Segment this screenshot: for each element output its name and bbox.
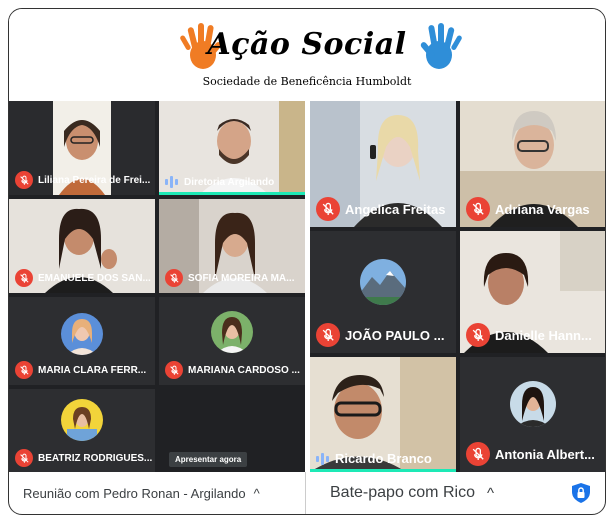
avatar [61, 313, 103, 355]
avatar [360, 259, 406, 305]
participant-tile[interactable]: MARIANA CARDOSO ... [159, 297, 305, 385]
header-banner: Ação Social Sociedade de Beneficência Hu… [9, 9, 605, 102]
participant-name-tag: Adriana Vargas [466, 197, 590, 221]
participant-name-tag: MARIANA CARDOSO ... [165, 361, 300, 379]
participant-tile[interactable]: MARIA CLARA FERR... [9, 297, 155, 385]
lock-icon[interactable] [569, 481, 593, 505]
speaking-indicator [159, 192, 305, 195]
mic-off-icon [466, 442, 490, 466]
mic-off-icon [165, 269, 183, 287]
left-meeting-grid: Liliana Pereira de Frei... Diretoria Arg… [9, 101, 305, 514]
participant-name: Danielle Hann... [495, 327, 592, 343]
participant-tile[interactable]: Liliana Pereira de Frei... [9, 101, 155, 195]
right-hand-icon [420, 23, 462, 69]
participant-tile[interactable]: EMANUELE DOS SAN... [9, 199, 155, 293]
participant-name-tag: Ricardo Branco [316, 451, 432, 466]
right-meeting-grid: Angelica Freitas Adriana Vargas JOÃO PAU… [310, 101, 605, 514]
participant-name: JOÃO PAULO ... [345, 327, 445, 343]
participant-name-tag: SOFIA MOREIRA MA... [165, 269, 294, 287]
participant-tile[interactable]: Ricardo Branco [310, 357, 456, 472]
participant-name: Ricardo Branco [335, 451, 432, 466]
brand-title: Ação Social [207, 27, 407, 62]
mic-off-icon [466, 197, 490, 221]
participant-name-tag: Danielle Hann... [466, 323, 592, 347]
chevron-up-icon[interactable]: ^ [487, 485, 494, 502]
chevron-up-icon[interactable]: ^ [254, 486, 260, 501]
avatar [211, 311, 253, 353]
mic-off-icon [15, 361, 33, 379]
participant-name-tag: BEATRIZ RODRIGUES... [15, 449, 153, 467]
participant-name-tag: Antonia Albert... [466, 442, 595, 466]
screenshot-frame: Ação Social Sociedade de Beneficência Hu… [8, 8, 606, 515]
brand-subtitle: Sociedade de Beneficência Humboldt [202, 75, 412, 88]
participant-tile[interactable]: JOÃO PAULO ... [310, 231, 456, 353]
mic-off-icon [15, 171, 33, 189]
avatar [510, 381, 556, 427]
participant-name: Antonia Albert... [495, 446, 595, 462]
mic-off-icon [316, 197, 340, 221]
audio-level-icon [316, 452, 330, 466]
mic-off-icon [15, 269, 33, 287]
presentation-tile: Apresentar agora [159, 389, 305, 473]
mic-off-icon [316, 323, 340, 347]
participant-tile[interactable]: Angelica Freitas [310, 101, 456, 227]
participant-name-tag: JOÃO PAULO ... [316, 323, 444, 347]
participant-tile[interactable]: Antonia Albert... [460, 357, 605, 472]
participant-name: EMANUELE DOS SAN... [38, 272, 151, 284]
participant-tile[interactable]: BEATRIZ RODRIGUES... [9, 389, 155, 473]
left-meeting-details-bar[interactable]: Reunião com Pedro Ronan - Argilando ^ [9, 472, 306, 514]
participant-name: SOFIA MOREIRA MA... [188, 272, 295, 284]
participant-name: Adriana Vargas [495, 201, 590, 217]
participant-name-tag: Angelica Freitas [316, 197, 445, 221]
participant-name-tag: MARIA CLARA FERR... [15, 361, 146, 379]
present-now-button[interactable]: Apresentar agora [169, 452, 248, 467]
participant-name-tag: EMANUELE DOS SAN... [15, 269, 151, 287]
right-meeting-details-bar[interactable]: Bate-papo com Rico ^ [310, 472, 605, 514]
participant-tile[interactable]: Diretoria Argilando [159, 101, 305, 195]
participant-name: BEATRIZ RODRIGUES... [38, 452, 153, 464]
participant-name: Diretoria Argilando [184, 176, 275, 188]
participant-name: MARIA CLARA FERR... [38, 364, 147, 376]
participant-name: MARIANA CARDOSO ... [188, 364, 300, 376]
participant-name-tag: Diretoria Argilando [165, 175, 274, 189]
mic-off-icon [165, 361, 183, 379]
participant-tile[interactable]: SOFIA MOREIRA MA... [159, 199, 305, 293]
mic-off-icon [15, 449, 33, 467]
participant-name-tag: Liliana Pereira de Frei... [15, 171, 151, 189]
mic-off-icon [466, 323, 490, 347]
avatar [61, 399, 103, 441]
meeting-title: Reunião com Pedro Ronan - Argilando [23, 485, 246, 501]
participant-name: Angelica Freitas [345, 201, 446, 217]
meeting-title: Bate-papo com Rico [330, 484, 475, 501]
participant-tile[interactable]: Danielle Hann... [460, 231, 605, 353]
participant-name: Liliana Pereira de Frei... [38, 174, 151, 186]
audio-level-icon [165, 175, 179, 189]
participant-tile[interactable]: Adriana Vargas [460, 101, 605, 227]
